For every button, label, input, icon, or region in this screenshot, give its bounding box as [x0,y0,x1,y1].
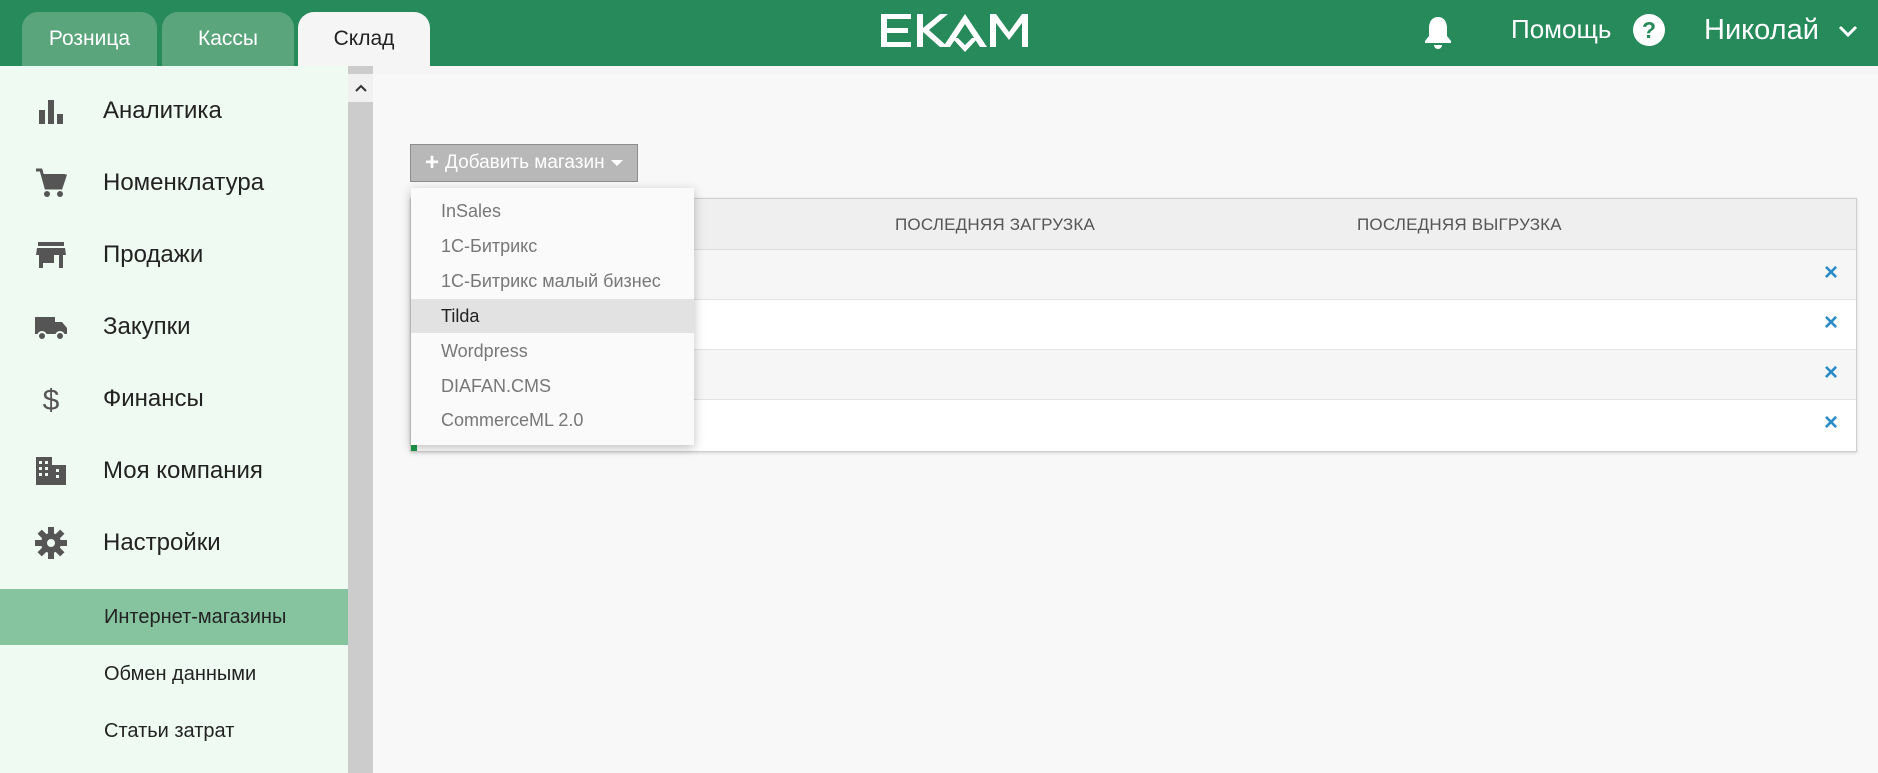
building-icon [36,457,66,485]
sidebar-subitem-expense-items[interactable]: Статьи затрат [0,703,348,759]
svg-text:$: $ [43,384,60,416]
sidebar-subitem-online-stores[interactable]: Интернет-магазины [0,589,348,645]
dropdown-option-insales[interactable]: InSales [411,194,694,228]
sidebar-item-label: Настройки [103,529,221,556]
add-store-label: Добавить магазин [445,152,605,173]
plus-icon: + [425,149,440,176]
dropdown-option-label: Wordpress [441,340,528,361]
sidebar-item-purchases[interactable]: Закупки [0,297,348,357]
ekam-logo[interactable] [878,8,1033,54]
sidebar-item-label: Моя компания [103,457,263,484]
sidebar-item-nomenclature[interactable]: Номенклатура [0,153,348,213]
add-store-button[interactable]: + Добавить магазин [410,144,638,182]
sidebar-item-analytics[interactable]: Аналитика [0,81,348,141]
dropdown-option-wordpress[interactable]: Wordpress [411,334,694,368]
tab-warehouse[interactable]: Склад [298,12,430,66]
store-icon [36,242,66,268]
dropdown-option-diafan[interactable]: DIAFAN.CMS [411,369,694,403]
sidebar-item-finance[interactable]: $ Финансы [0,369,348,429]
gear-icon [35,527,67,559]
delete-icon[interactable]: × [1820,411,1842,435]
bar-chart-icon [39,100,63,124]
dropdown-option-label: Tilda [441,305,480,326]
chevron-down-icon[interactable] [1838,24,1858,38]
chevron-up-icon [354,84,367,92]
sidebar-item-settings[interactable]: Настройки [0,513,348,573]
dropdown-option-tilda[interactable]: Tilda [411,299,694,333]
sidebar-subitem-label: Обмен данными [104,662,257,685]
delete-icon[interactable]: × [1820,261,1842,285]
top-bar: Розница Кассы Склад Помощь ? Николай [0,0,1878,66]
status-indicator [411,445,417,451]
sidebar: Аналитика Номенклатура Продажи Закупки $… [0,66,348,773]
sidebar-item-label: Продажи [103,241,204,268]
dropdown-option-commerceml[interactable]: CommerceML 2.0 [411,403,694,437]
user-name[interactable]: Николай [1704,14,1819,47]
help-link[interactable]: Помощь [1511,14,1611,45]
bell-icon[interactable] [1422,15,1454,49]
sidebar-subitem-label: Статьи затрат [104,719,235,742]
sidebar-item-label: Закупки [103,313,191,340]
help-icon[interactable]: ? [1633,14,1665,46]
delete-icon[interactable]: × [1820,311,1842,335]
sidebar-item-my-company[interactable]: Моя компания [0,441,348,501]
dropdown-option-label: 1С-Битрикс [441,235,538,256]
truck-icon [35,317,67,341]
cart-icon [36,168,68,197]
sidebar-scrollbar[interactable] [348,66,373,773]
dropdown-option-bitrix-small-business[interactable]: 1С-Битрикс малый бизнес [411,264,694,298]
add-store-dropdown: InSales 1С-Битрикс 1С-Битрикс малый бизн… [411,188,694,445]
tab-retail[interactable]: Розница [22,12,157,66]
sidebar-item-label: Номенклатура [103,169,265,196]
scroll-up-button[interactable] [348,74,373,102]
sidebar-subitem-label: Интернет-магазины [104,605,287,628]
column-header-last-export[interactable]: ПОСЛЕДНЯЯ ВЫГРУЗКА [1357,215,1562,235]
tab-cash-registers[interactable]: Кассы [162,12,294,66]
dropdown-option-label: InSales [441,200,502,221]
dropdown-option-label: 1С-Битрикс малый бизнес [441,270,661,291]
sidebar-item-label: Аналитика [103,97,222,124]
sidebar-subitem-data-exchange[interactable]: Обмен данными [0,646,348,702]
dropdown-option-bitrix[interactable]: 1С-Битрикс [411,229,694,263]
dollar-icon: $ [43,384,60,416]
dropdown-option-label: CommerceML 2.0 [441,409,584,430]
sidebar-item-label: Финансы [103,385,204,412]
delete-icon[interactable]: × [1820,361,1842,385]
dropdown-option-label: DIAFAN.CMS [441,375,552,396]
column-header-last-import[interactable]: ПОСЛЕДНЯЯ ЗАГРУЗКА [895,215,1095,235]
caret-down-icon [610,160,623,166]
sidebar-item-sales[interactable]: Продажи [0,225,348,285]
